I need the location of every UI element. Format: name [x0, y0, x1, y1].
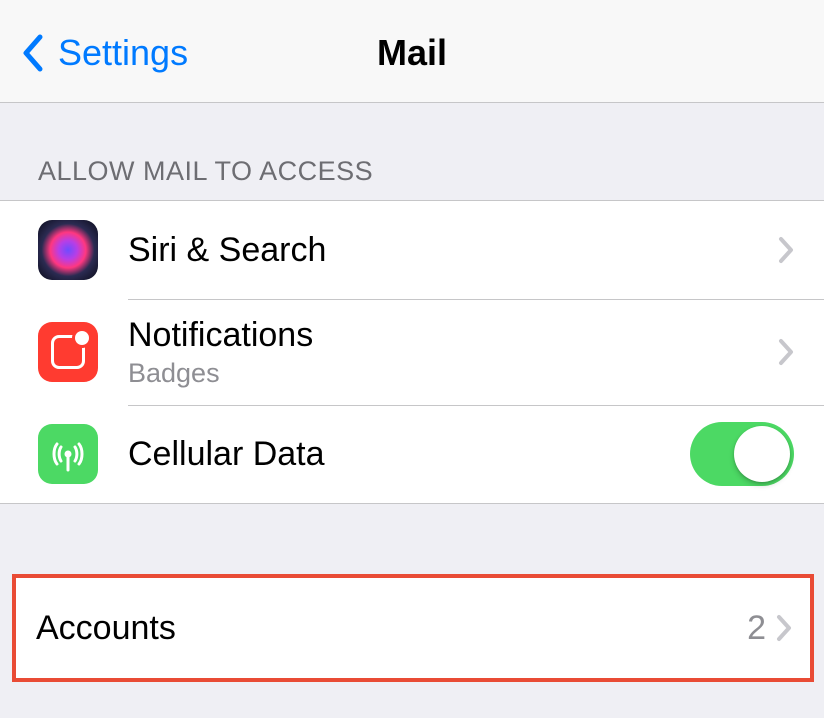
notifications-icon: [38, 322, 98, 382]
page-title: Mail: [377, 32, 447, 74]
toggle-knob: [734, 426, 790, 482]
row-cellular-data: Cellular Data: [0, 405, 824, 503]
row-content: Cellular Data: [128, 434, 690, 475]
row-notifications[interactable]: Notifications Badges: [0, 299, 824, 405]
accounts-highlight: Accounts 2: [12, 574, 814, 682]
navbar: Settings Mail: [0, 0, 824, 103]
group-spacer: [0, 504, 824, 574]
row-content: Notifications Badges: [128, 315, 778, 389]
section-header-allow: ALLOW MAIL TO ACCESS: [0, 103, 824, 200]
row-accounts[interactable]: Accounts 2: [16, 578, 810, 678]
chevron-left-icon: [20, 33, 44, 73]
row-label: Notifications: [128, 315, 778, 356]
chevron-right-icon: [776, 614, 792, 642]
siri-icon: [38, 220, 98, 280]
row-label: Siri & Search: [128, 230, 778, 271]
row-content: Siri & Search: [128, 230, 778, 271]
row-label: Cellular Data: [128, 434, 690, 475]
chevron-right-icon: [778, 236, 794, 264]
accounts-count: 2: [747, 609, 766, 648]
row-label: Accounts: [36, 608, 747, 649]
row-siri-search[interactable]: Siri & Search: [0, 201, 824, 299]
chevron-right-icon: [778, 338, 794, 366]
list-group-allow: Siri & Search Notifications Badges: [0, 200, 824, 504]
cellular-data-icon: [38, 424, 98, 484]
row-sublabel: Badges: [128, 358, 778, 389]
row-content: Accounts: [36, 608, 747, 649]
back-label: Settings: [58, 32, 188, 74]
cellular-data-toggle[interactable]: [690, 422, 794, 486]
back-button[interactable]: Settings: [20, 32, 188, 74]
